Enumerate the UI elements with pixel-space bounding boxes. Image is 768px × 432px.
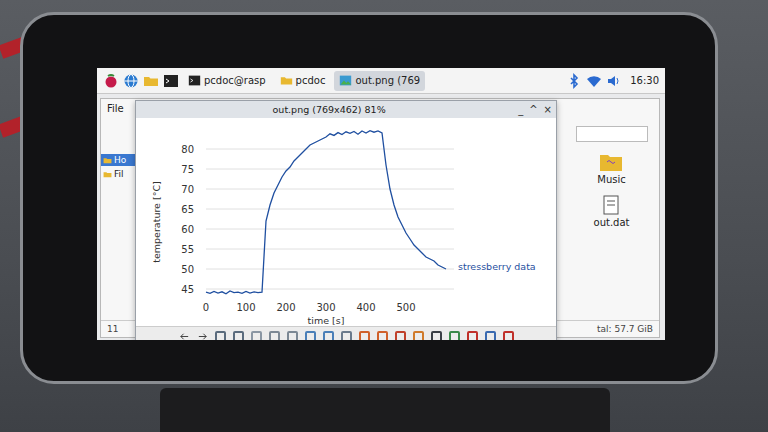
toolbar-button-icon[interactable]	[413, 331, 424, 341]
y-tick: 55	[181, 244, 194, 255]
grid-line	[206, 269, 454, 270]
screen: pcdoc@rasppcdocout.png (769 16:30 File Ho Fi…	[97, 68, 665, 340]
status-left: 11	[107, 324, 118, 334]
toolbar-button-icon[interactable]	[467, 331, 478, 341]
x-tick: 100	[236, 302, 255, 313]
toolbar-button-icon[interactable]	[449, 331, 460, 341]
series-line	[206, 131, 446, 294]
toolbar-button-icon[interactable]	[341, 331, 352, 341]
keyboard-base	[160, 388, 610, 432]
back-arrow-icon[interactable]	[179, 331, 190, 341]
menu-item[interactable]: File	[107, 103, 124, 114]
y-tick: 75	[181, 164, 194, 175]
y-tick: 80	[181, 144, 194, 155]
taskbar-task[interactable]: pcdoc@rasp	[183, 71, 271, 91]
grid-line	[206, 229, 454, 230]
title-bar[interactable]: out.png (769x462) 81%_ ^ ×	[136, 101, 556, 118]
address-field[interactable]	[576, 126, 648, 142]
sidebar-item[interactable]: Ho	[101, 154, 137, 166]
folder-icon[interactable]	[143, 73, 159, 89]
toolbar-button-icon[interactable]	[359, 331, 370, 341]
image-viewer-window[interactable]: out.png (769x462) 81%_ ^ × 45 50 55 60 65 70 75 80…	[135, 100, 557, 340]
wifi-icon[interactable]	[586, 73, 602, 89]
chart-background	[136, 118, 556, 326]
photo: pcdoc@rasppcdocout.png (769 16:30 File Ho Fi…	[0, 0, 768, 432]
file-icon	[599, 195, 623, 215]
x-tick: 500	[396, 302, 415, 313]
toolbar-button-icon[interactable]	[323, 331, 334, 341]
device-bezel: pcdoc@rasppcdocout.png (769 16:30 File Ho Fi…	[20, 12, 718, 384]
x-tick: 200	[276, 302, 295, 313]
legend-label: stressberry data	[458, 261, 536, 272]
window-title: out.png (769x462) 81%	[140, 104, 518, 115]
window-controls: _ ^ ×	[518, 104, 552, 116]
folder-icon	[103, 156, 112, 165]
toolbar-button-icon[interactable]	[269, 331, 280, 341]
y-tick: 45	[181, 284, 194, 295]
bluetooth-icon[interactable]	[566, 73, 582, 89]
window-control-button[interactable]: ^	[529, 104, 537, 116]
grid-line	[206, 189, 454, 190]
sidebar-item[interactable]: Fil	[101, 168, 137, 180]
volume-icon[interactable]	[606, 73, 622, 89]
temperature-chart: 45 50 55 60 65 70 75 80 0 100 200 300 400 500 temperat…	[136, 118, 556, 326]
folder-icon	[280, 74, 293, 87]
x-tick: 400	[356, 302, 375, 313]
y-axis-label: temperature [°C]	[151, 181, 162, 263]
x-tick: 300	[316, 302, 335, 313]
toolbar-button-icon[interactable]	[503, 331, 514, 341]
folder-icon	[103, 170, 112, 179]
toolbar-button-icon[interactable]	[233, 331, 244, 341]
toolbar-button-icon[interactable]	[251, 331, 262, 341]
sidebar: Ho Fil	[101, 118, 137, 320]
globe-icon[interactable]	[123, 73, 139, 89]
raspberry-icon[interactable]	[103, 73, 119, 89]
forward-arrow-icon[interactable]	[197, 331, 208, 341]
folder-icon	[599, 152, 623, 172]
image-icon	[339, 74, 352, 87]
status-right: tal: 57.7 GiB	[597, 324, 653, 334]
grid-line	[206, 169, 454, 170]
toolbar-button-icon[interactable]	[377, 331, 388, 341]
toolbar-button-icon[interactable]	[431, 331, 442, 341]
toolbar-button-icon[interactable]	[215, 331, 226, 341]
x-tick: 0	[203, 302, 209, 313]
file-list: Music out.dat	[564, 118, 659, 320]
y-tick: 50	[181, 264, 194, 275]
toolbar	[136, 326, 556, 340]
grid-line	[206, 209, 454, 210]
toolbar-button-icon[interactable]	[395, 331, 406, 341]
taskbar-task[interactable]: out.png (769	[334, 71, 425, 91]
taskbar-task[interactable]: pcdoc	[275, 71, 331, 91]
y-tick: 70	[181, 184, 194, 195]
x-axis-label: time [s]	[308, 315, 345, 326]
window-control-button[interactable]: ×	[544, 104, 552, 116]
terminal-icon	[188, 74, 201, 87]
clock: 16:30	[630, 75, 659, 86]
y-tick: 60	[181, 224, 194, 235]
taskbar: pcdoc@rasppcdocout.png (769 16:30	[97, 68, 665, 94]
file-item[interactable]: Music	[597, 152, 625, 185]
y-tick: 65	[181, 204, 194, 215]
grid-line	[206, 149, 454, 150]
terminal-icon[interactable]	[163, 73, 179, 89]
file-item[interactable]: out.dat	[594, 195, 630, 228]
grid-line	[206, 289, 454, 290]
window-control-button[interactable]: _	[518, 104, 523, 116]
toolbar-button-icon[interactable]	[305, 331, 316, 341]
toolbar-button-icon[interactable]	[287, 331, 298, 341]
toolbar-button-icon[interactable]	[485, 331, 496, 341]
